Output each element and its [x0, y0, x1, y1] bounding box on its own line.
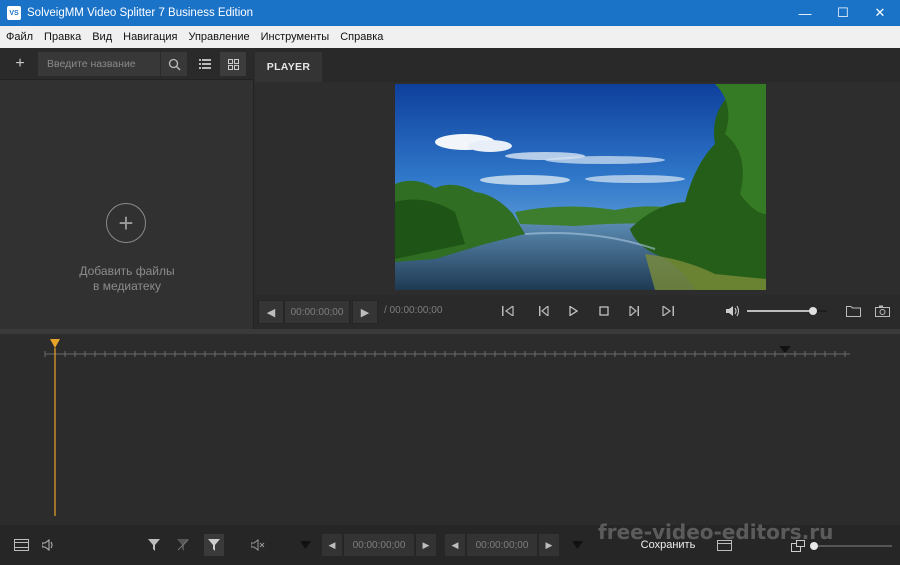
close-icon[interactable]: ✕ [863, 0, 897, 26]
next-frame-button[interactable]: ▶ [352, 300, 378, 324]
play-icon[interactable] [566, 304, 580, 318]
total-duration: / 00:00:00;00 [384, 305, 443, 316]
step-forward-icon[interactable] [627, 304, 641, 318]
marker-out-icon[interactable] [570, 538, 584, 552]
volume-icon[interactable] [725, 304, 741, 318]
search-icon[interactable] [161, 52, 187, 76]
step-back-icon[interactable] [537, 304, 551, 318]
in-prev-button[interactable]: ◀ [321, 533, 343, 557]
menu-help[interactable]: Справка [340, 31, 383, 43]
watermark-text: free-video-editors.ru [598, 520, 834, 544]
player-tabbar: PLAYER [255, 48, 900, 82]
search-input[interactable] [38, 52, 160, 76]
volume-slider[interactable] [747, 307, 827, 315]
mute-icon[interactable] [250, 538, 266, 552]
menu-edit[interactable]: Правка [44, 31, 81, 43]
film-strip-icon[interactable] [12, 538, 30, 552]
add-files-label: Добавить файлы в медиатеку [79, 264, 175, 293]
out-next-button[interactable]: ▶ [538, 533, 560, 557]
in-timecode[interactable]: 00:00:00;00 [343, 533, 415, 557]
add-media-button[interactable]: + [7, 52, 33, 76]
out-prev-button[interactable]: ◀ [444, 533, 466, 557]
add-files-button[interactable]: + [106, 203, 146, 243]
audio-track-icon[interactable] [40, 538, 58, 552]
zoom-slider[interactable] [810, 542, 892, 550]
menu-view[interactable]: Вид [92, 31, 112, 43]
menu-file[interactable]: Файл [6, 31, 33, 43]
go-to-end-icon[interactable] [661, 304, 675, 318]
video-preview [395, 84, 766, 290]
library-toolbar: + [0, 48, 254, 80]
in-next-button[interactable]: ▶ [415, 533, 437, 557]
out-timecode[interactable]: 00:00:00;00 [466, 533, 538, 557]
filter-remove-icon[interactable] [175, 537, 191, 553]
maximize-icon[interactable]: ☐ [826, 0, 860, 26]
timeline-area[interactable] [0, 329, 900, 525]
player-panel: PLAYER ◀ 00:00:00;00 ▶ / 00:00:00;00 [255, 48, 900, 329]
marker-in-icon[interactable] [298, 538, 312, 552]
stop-icon[interactable] [597, 304, 611, 318]
media-library-panel: + + Добавить файлы в медиатеку [0, 48, 254, 329]
menu-tools[interactable]: Инструменты [261, 31, 330, 43]
tab-player[interactable]: PLAYER [255, 52, 322, 82]
window-title: SolveigMM Video Splitter 7 Business Edit… [27, 7, 254, 19]
minimize-icon[interactable]: — [788, 0, 822, 26]
filter-selected-icon[interactable] [204, 534, 224, 556]
app-logo-icon: VS [7, 6, 21, 20]
menu-navigation[interactable]: Навигация [123, 31, 177, 43]
go-to-start-icon[interactable] [501, 304, 515, 318]
filter-icon[interactable] [146, 537, 162, 553]
title-bar: VS SolveigMM Video Splitter 7 Business E… [0, 0, 900, 26]
menu-bar: Файл Правка Вид Навигация Управление Инс… [0, 26, 900, 48]
snapshot-camera-icon[interactable] [874, 303, 890, 319]
open-folder-icon[interactable] [845, 303, 861, 319]
current-timecode[interactable]: 00:00:00;00 [284, 300, 350, 324]
list-view-icon[interactable] [192, 52, 218, 76]
menu-control[interactable]: Управление [188, 31, 249, 43]
prev-frame-button[interactable]: ◀ [258, 300, 284, 324]
player-controls: ◀ 00:00:00;00 ▶ / 00:00:00;00 [255, 295, 900, 329]
grid-view-icon[interactable] [220, 52, 246, 76]
